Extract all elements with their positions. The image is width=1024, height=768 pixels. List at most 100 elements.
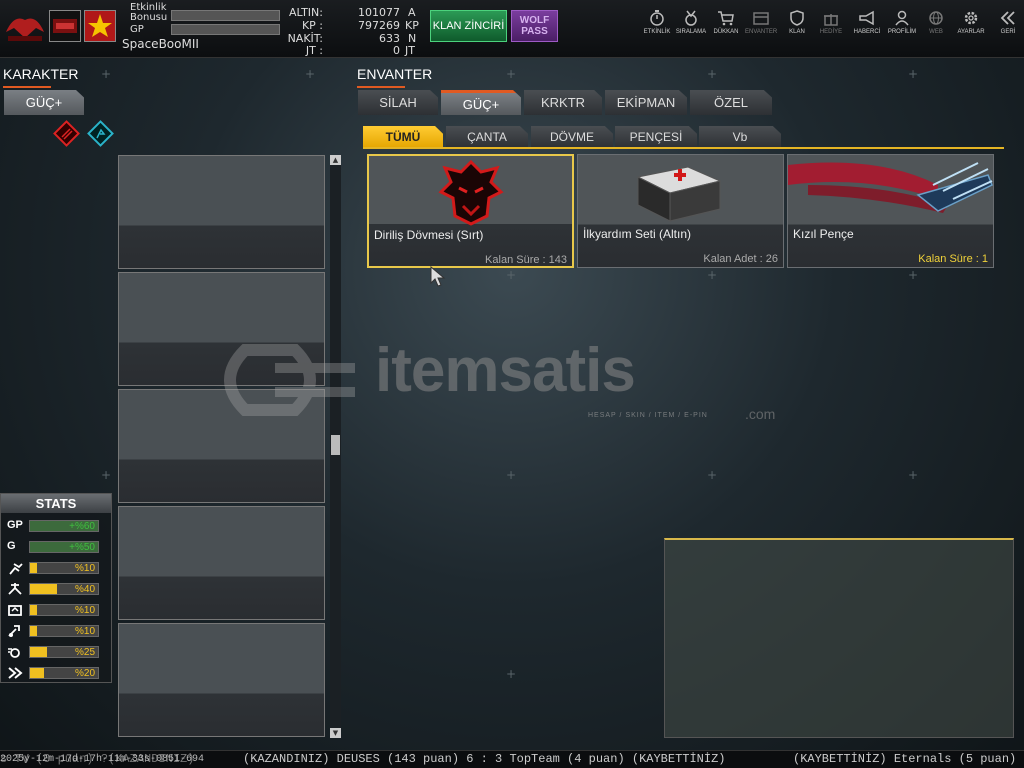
kp-label: KP :	[301, 19, 323, 32]
character-filter-icon[interactable]	[87, 120, 114, 147]
character-slot[interactable]	[118, 155, 325, 269]
top-bar: Etkinlik Bonusu GP SpaceBooMII ALTIN: 10…	[0, 0, 1024, 58]
tab-label: KRKTR	[540, 95, 586, 110]
kp-value: 797269	[358, 19, 400, 32]
stat-value: %10	[74, 626, 95, 637]
nav-clan-button[interactable]: KLAN	[781, 10, 813, 35]
bg-cross: +	[707, 468, 718, 482]
stat-row-gp: GP +%60	[7, 519, 99, 533]
subtab-all[interactable]: TÜMÜ	[363, 126, 443, 148]
scroll-up-arrow-icon[interactable]: ▲	[330, 155, 341, 165]
nav-web-button[interactable]: WEB	[920, 10, 952, 35]
bg-cross: +	[707, 268, 718, 282]
subtab-label: PENÇESİ	[629, 130, 683, 144]
stat-row-gold: G +%50	[7, 540, 99, 554]
tab-label: SİLAH	[379, 95, 417, 110]
stat-value: %20	[74, 668, 95, 679]
character-heading: KARAKTER	[3, 66, 79, 82]
ticker-middle: (KAZANDINIZ) DEUSES (143 puan) 6 : 3 Top…	[243, 752, 726, 766]
event-bonus-label: Etkinlik Bonusu	[130, 2, 168, 23]
item-name: Diriliş Dövmesi (Sırt)	[374, 228, 484, 242]
nav-back-button[interactable]: GERİ	[992, 10, 1024, 35]
speed-icon	[8, 648, 20, 658]
bg-cross: +	[101, 468, 112, 482]
globe-icon	[929, 11, 943, 25]
nav-inventory-label: ENVANTER	[745, 29, 778, 35]
nav-ranking-button[interactable]: SIRALAMA	[675, 10, 707, 35]
stat-row-run: %10	[7, 561, 99, 575]
tab-special[interactable]: ÖZEL	[690, 90, 772, 115]
character-tab-power[interactable]: GÜÇ+	[4, 90, 84, 115]
gp-stat-label: GP	[7, 519, 23, 531]
tab-power[interactable]: GÜÇ+	[441, 90, 521, 115]
inventory-icon	[753, 12, 769, 25]
nav-ranking-label: SIRALAMA	[675, 29, 707, 35]
character-slot[interactable]	[118, 623, 325, 737]
bg-cross: +	[908, 67, 919, 81]
jt-value: 0	[393, 44, 400, 57]
nav-profile-button[interactable]: PROFİLİM	[886, 10, 918, 35]
gold-label: ALTIN:	[288, 6, 323, 19]
character-scrollbar[interactable]: ▲ ▼	[330, 155, 341, 738]
stat-row-defense: %10	[7, 603, 99, 617]
bg-cross: +	[506, 667, 517, 681]
jt-label: JT :	[305, 44, 323, 57]
nav-messenger-button[interactable]: HABERCİ	[851, 10, 883, 35]
subtab-claw[interactable]: PENÇESİ	[615, 126, 697, 148]
inventory-item-card[interactable]: Diriliş Dövmesi (Sırt) Kalan Süre : 143	[367, 154, 574, 268]
gold-stat-label: G	[7, 540, 16, 552]
item-preview-panel	[664, 538, 1014, 738]
bg-cross: +	[506, 268, 517, 282]
news-ticker: s TV (0 puan) ?(KAZANDINIZ) 2025y-12m-17…	[0, 750, 1024, 768]
scroll-thumb[interactable]	[331, 435, 340, 455]
tab-label: GÜÇ+	[462, 96, 500, 112]
bg-cross: +	[908, 268, 919, 282]
subtab-label: TÜMÜ	[385, 130, 421, 144]
game-logo	[4, 10, 46, 44]
inventory-item-card[interactable]: İlkyardım Seti (Altın) Kalan Adet : 26	[577, 154, 784, 268]
gold-unit: A	[408, 6, 416, 19]
nav-shop-button[interactable]: DÜKKAN	[710, 10, 742, 35]
tab-character[interactable]: KRKTR	[524, 90, 602, 115]
subtab-other[interactable]: Vb	[699, 126, 781, 148]
mouse-cursor-icon	[430, 266, 446, 287]
stat-row-power: %40	[7, 582, 99, 596]
scroll-down-arrow-icon[interactable]: ▼	[330, 728, 341, 738]
wolf-pass-label: WOLF PASS	[519, 15, 550, 37]
bg-cross: +	[101, 67, 112, 81]
item-remaining: Kalan Süre : 1	[918, 253, 988, 265]
nav-messenger-label: HABERCİ	[853, 29, 881, 35]
nav-settings-button[interactable]: AYARLAR	[955, 10, 987, 35]
nav-inventory-button[interactable]: ENVANTER	[745, 10, 777, 35]
stat-value: %40	[74, 584, 95, 595]
gp-bar	[171, 24, 280, 35]
character-tab-label: GÜÇ+	[25, 95, 63, 110]
stat-fill	[30, 605, 37, 615]
character-slot[interactable]	[118, 506, 325, 620]
health-icon	[8, 625, 20, 637]
bg-cross: +	[908, 468, 919, 482]
nav-gift-button[interactable]: HEDİYE	[815, 10, 847, 35]
subtab-bag[interactable]: ÇANTA	[446, 126, 528, 148]
stat-value: %10	[74, 563, 95, 574]
medal-icon	[685, 10, 697, 26]
first-aid-kit-icon	[636, 166, 722, 222]
klan-chain-button[interactable]: KLAN ZİNCİRİ	[430, 10, 507, 42]
tab-weapon[interactable]: SİLAH	[358, 90, 438, 115]
gear-icon	[964, 11, 978, 25]
watermark-subtitle: HESAP / SKIN / ITEM / E-PIN	[588, 412, 708, 419]
clan-emblem[interactable]	[49, 10, 81, 42]
character-heading-underline	[3, 86, 51, 88]
tab-label: EKİPMAN	[616, 95, 676, 110]
stat-row-dash: %20	[7, 666, 99, 680]
wolf-pass-button[interactable]: WOLF PASS	[511, 10, 558, 42]
rank-emblem[interactable]	[84, 10, 116, 42]
currency-panel: ALTIN: 101077 A KP : 797269 KP NAKİT: 63…	[283, 4, 423, 57]
inventory-item-card[interactable]: Kızıl Pençe Kalan Süre : 1	[787, 154, 994, 268]
dash-icon	[8, 667, 23, 679]
tab-equipment[interactable]: EKİPMAN	[605, 90, 687, 115]
tattoo-filter-icon[interactable]	[53, 120, 80, 147]
ticker-right: (KAYBETTİNİZ) Eternals (5 puan) 9	[793, 752, 1024, 766]
nav-event-button[interactable]: ETKİNLİK	[641, 10, 673, 35]
subtab-tattoo[interactable]: DÖVME	[531, 126, 613, 148]
